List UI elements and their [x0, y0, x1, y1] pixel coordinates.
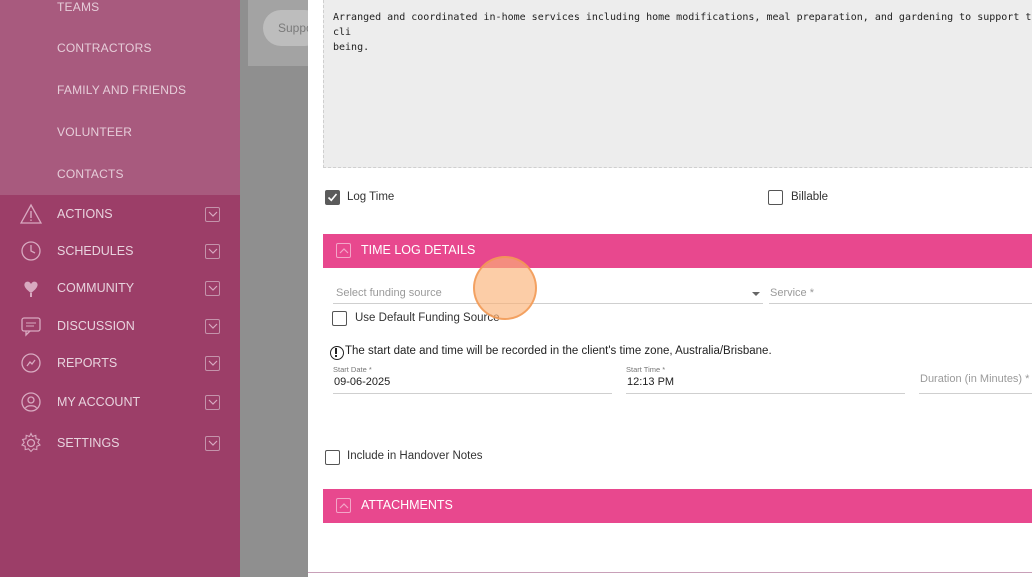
chevron-down-icon[interactable]	[205, 244, 220, 259]
case-note-modal: Arranged and coordinated in-home service…	[308, 0, 1032, 577]
timezone-info-text: The start date and time will be recorded…	[345, 345, 772, 357]
log-time-label: Log Time	[347, 191, 395, 203]
chevron-down-icon[interactable]	[205, 356, 220, 371]
start-time-value: 12:13 PM	[627, 376, 675, 388]
submenu-item-contractors[interactable]: CONTRACTORS	[57, 41, 152, 55]
sidebar-item-discussion[interactable]: DISCUSSION	[0, 308, 240, 344]
report-icon	[20, 352, 42, 374]
chevron-up-icon[interactable]	[336, 243, 351, 258]
attachments-header[interactable]: ATTACHMENTS	[323, 489, 1032, 523]
submenu-item-volunteer[interactable]: VOLUNTEER	[57, 125, 132, 139]
chevron-down-icon[interactable]	[205, 436, 220, 451]
handover-notes-checkbox[interactable]	[325, 450, 340, 465]
check-icon	[327, 193, 338, 202]
default-funding-label: Use Default Funding Source	[355, 312, 500, 324]
submenu-item-teams[interactable]: TEAMS	[57, 0, 99, 14]
gear-icon	[20, 432, 42, 454]
chevron-down-icon[interactable]	[205, 207, 220, 222]
sidebar-item-label: MY ACCOUNT	[57, 395, 141, 409]
funding-source-placeholder: Select funding source	[336, 287, 442, 299]
start-date-field[interactable]: Start Date * 09-06-2025	[333, 365, 612, 394]
log-time-checkbox[interactable]	[325, 190, 340, 205]
section-title: TIME LOG DETAILS	[361, 243, 476, 257]
info-icon	[330, 346, 344, 360]
sidebar-item-label: DISCUSSION	[57, 319, 135, 333]
sidebar-item-community[interactable]: COMMUNITY	[0, 270, 240, 306]
user-icon	[20, 391, 42, 413]
heart-hands-icon	[20, 277, 42, 299]
start-date-label: Start Date *	[333, 365, 372, 374]
sidebar-item-label: SCHEDULES	[57, 244, 134, 258]
handover-notes-label: Include in Handover Notes	[347, 450, 483, 462]
sidebar-item-label: COMMUNITY	[57, 281, 135, 295]
chat-icon	[20, 315, 42, 337]
modal-divider	[308, 572, 1032, 573]
sidebar-item-reports[interactable]: REPORTS	[0, 345, 240, 381]
billable-checkbox[interactable]	[768, 190, 783, 205]
service-placeholder: Service *	[770, 287, 815, 299]
sidebar-item-label: SETTINGS	[57, 436, 120, 450]
sidebar-item-label: ACTIONS	[57, 207, 113, 221]
sidebar: TEAMS CONTRACTORS FAMILY AND FRIENDS VOL…	[0, 0, 240, 577]
warning-icon	[19, 203, 43, 225]
service-field[interactable]: Service *	[769, 282, 1032, 304]
chevron-down-icon[interactable]	[205, 281, 220, 296]
click-indicator	[473, 256, 537, 320]
start-time-field[interactable]: Start Time * 12:13 PM	[626, 365, 905, 394]
chevron-up-icon[interactable]	[336, 498, 351, 513]
funding-source-select[interactable]: Select funding source	[333, 282, 763, 304]
clock-icon	[20, 240, 42, 262]
default-funding-checkbox[interactable]	[332, 311, 347, 326]
submenu-item-family-and-friends[interactable]: FAMILY AND FRIENDS	[57, 83, 186, 97]
start-time-label: Start Time *	[626, 365, 666, 374]
duration-field[interactable]: Duration (in Minutes) *	[919, 365, 1032, 394]
contacts-submenu: TEAMS CONTRACTORS FAMILY AND FRIENDS VOL…	[0, 0, 240, 195]
section-title: ATTACHMENTS	[361, 498, 453, 512]
sidebar-item-settings[interactable]: SETTINGS	[0, 425, 240, 461]
submenu-item-contacts[interactable]: CONTACTS	[57, 167, 124, 181]
sidebar-item-schedules[interactable]: SCHEDULES	[0, 233, 240, 269]
sidebar-item-my-account[interactable]: MY ACCOUNT	[0, 384, 240, 420]
dropdown-caret-icon	[752, 292, 760, 296]
start-date-value: 09-06-2025	[334, 376, 391, 388]
billable-label: Billable	[791, 191, 829, 203]
sidebar-item-actions[interactable]: ACTIONS	[0, 196, 240, 232]
sidebar-item-label: REPORTS	[57, 356, 118, 370]
chevron-down-icon[interactable]	[205, 395, 220, 410]
duration-placeholder: Duration (in Minutes) *	[920, 373, 1030, 385]
chevron-down-icon[interactable]	[205, 319, 220, 334]
time-log-details-header[interactable]: TIME LOG DETAILS	[323, 234, 1032, 268]
notes-textarea[interactable]: Arranged and coordinated in-home service…	[323, 0, 1032, 168]
